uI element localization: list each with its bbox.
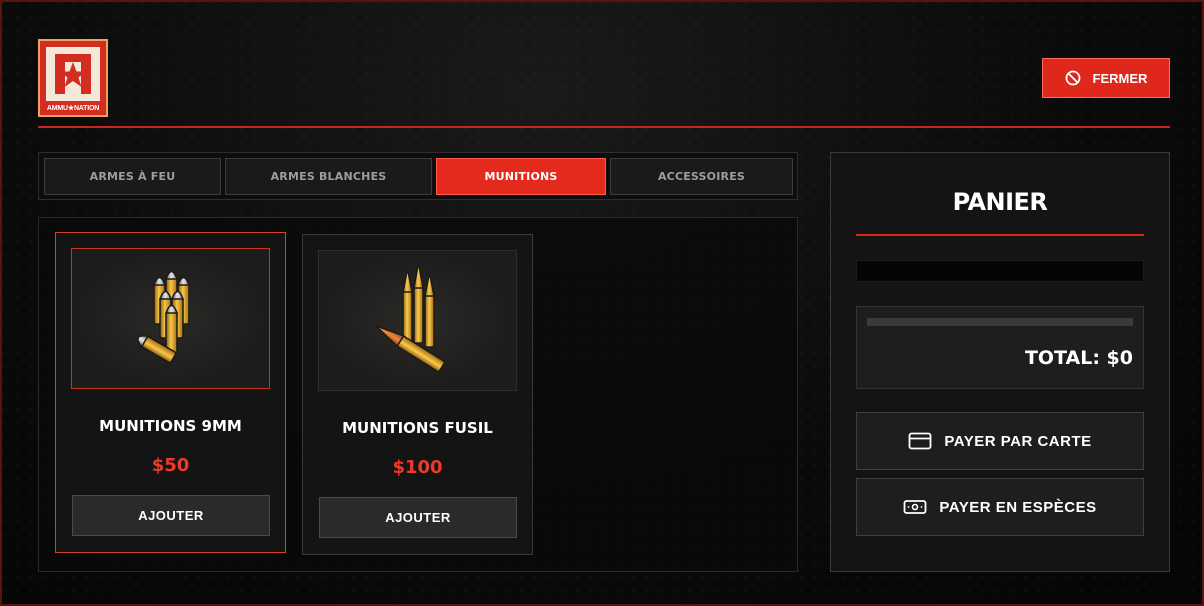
product-name: MUNITIONS FUSIL (342, 419, 493, 437)
cart-divider (856, 234, 1144, 236)
cart-title: PANIER (952, 188, 1048, 216)
rifle-ammo-icon (374, 262, 445, 372)
pay-cash-button[interactable]: PAYER EN ESPÈCES (856, 478, 1144, 536)
product-image (318, 250, 517, 391)
product-image (71, 248, 270, 389)
header-divider (38, 126, 1170, 128)
tab-munitions[interactable]: MUNITIONS (436, 158, 606, 195)
product-price: $50 (151, 455, 190, 476)
block-icon (1065, 70, 1080, 86)
pay-card-button[interactable]: PAYER PAR CARTE (856, 412, 1144, 470)
credit-card-icon (908, 432, 932, 450)
cart-total: TOTAL: $0 (1024, 347, 1133, 369)
logo-text: AMMU★NATION (46, 105, 100, 112)
add-to-cart-button[interactable]: AJOUTER (319, 497, 517, 538)
shop-window: AMMU★NATION FERMER ARMES À FEU ARMES BLA… (0, 0, 1204, 606)
total-divider (867, 318, 1133, 326)
pay-cash-label: PAYER EN ESPÈCES (939, 498, 1097, 516)
ammunation-logo: AMMU★NATION (38, 39, 108, 117)
pay-card-label: PAYER PAR CARTE (944, 432, 1092, 450)
product-price: $100 (392, 457, 443, 478)
cart-items-list (856, 260, 1144, 282)
cash-icon (903, 500, 927, 514)
tab-accessoires[interactable]: ACCESSOIRES (610, 158, 793, 195)
close-button[interactable]: FERMER (1042, 58, 1170, 98)
star-icon (55, 54, 91, 94)
product-grid: MUNITIONS 9MM $50 AJOUTER MUNITIONS FUSI… (38, 217, 798, 572)
tab-armes-a-feu[interactable]: ARMES À FEU (44, 158, 221, 195)
product-name: MUNITIONS 9MM (99, 417, 242, 435)
close-button-label: FERMER (1092, 70, 1148, 86)
product-card-rifle[interactable]: MUNITIONS FUSIL $100 AJOUTER (302, 234, 533, 555)
product-card-9mm[interactable]: MUNITIONS 9MM $50 AJOUTER (55, 232, 286, 553)
tab-armes-blanches[interactable]: ARMES BLANCHES (225, 158, 432, 195)
cart-panel: PANIER TOTAL: $0 PAYER PAR CARTE PAYER E… (830, 152, 1170, 572)
add-to-cart-button[interactable]: AJOUTER (72, 495, 270, 536)
category-tabs: ARMES À FEU ARMES BLANCHES MUNITIONS ACC… (38, 152, 798, 200)
total-box: TOTAL: $0 (856, 306, 1144, 389)
pistol-ammo-icon (136, 270, 190, 363)
